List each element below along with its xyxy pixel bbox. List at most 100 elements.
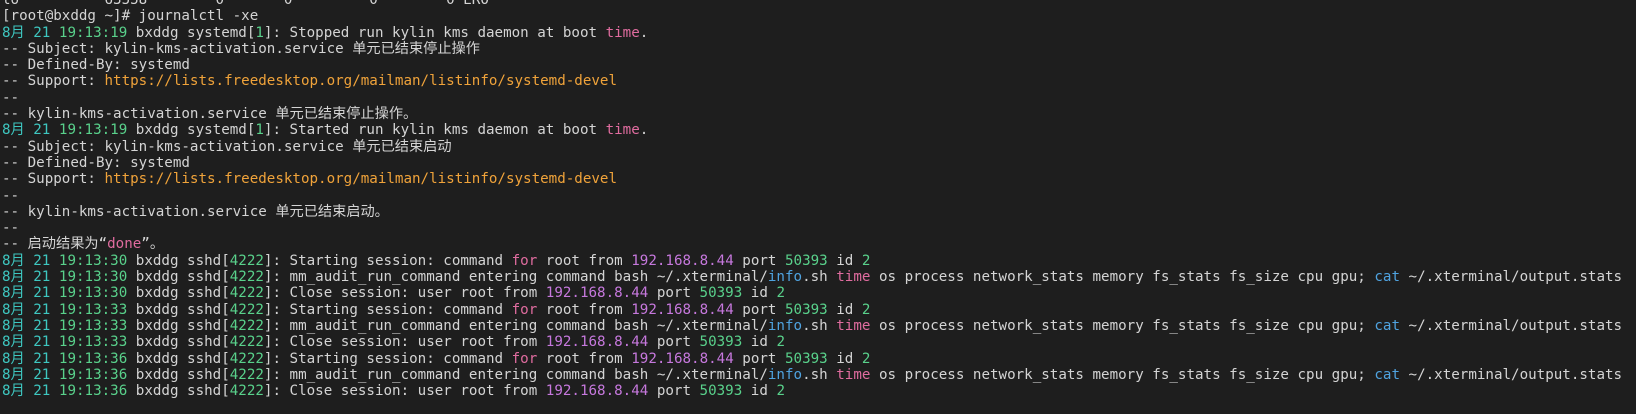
text-segment: 8月 21 <box>2 350 59 367</box>
text-segment: 19:13:30 <box>58 252 128 269</box>
text-segment: -- <box>2 89 20 106</box>
text-segment: 192.168.8.44 <box>545 285 649 302</box>
text-segment: 192.168.8.44 <box>545 334 649 351</box>
text-segment: 8月 21 <box>2 301 59 318</box>
text-segment: time <box>605 122 640 139</box>
text-segment: 19:13:36 <box>58 366 128 383</box>
text-segment: bxddg systemd[ <box>127 122 256 139</box>
text-segment: 4222 <box>229 252 264 269</box>
text-segment: time <box>836 317 871 334</box>
text-segment: 8月 21 <box>2 366 59 383</box>
log-entry-line: 8月 21 19:13:30 bxddg sshd[4222]: mm_audi… <box>2 269 1636 285</box>
text-segment: 192.168.8.44 <box>631 301 734 318</box>
text-segment: -- kylin-kms-activation.service 单元已结束启动。 <box>2 203 389 220</box>
log-detail-line: -- <box>2 188 1636 204</box>
text-segment: 2 <box>776 383 785 400</box>
text-segment: time <box>836 269 871 286</box>
text-segment: port <box>733 350 785 367</box>
text-segment: ]: Close session: user root from <box>263 334 546 351</box>
text-segment: 8月 21 <box>2 334 59 351</box>
text-segment: 8月 21 <box>2 24 59 41</box>
text-segment: ]: Starting session: command <box>263 350 512 367</box>
text-segment: ]: Started run kylin kms daemon at boot <box>263 122 606 139</box>
text-segment: [root@bxddg ~]# journalctl -xe <box>2 8 259 25</box>
text-segment: . <box>639 122 649 139</box>
text-segment: -- <box>2 220 20 237</box>
text-segment: https://lists.freedesktop.org/mailman/li… <box>104 171 618 188</box>
text-segment: 8月 21 <box>2 317 59 334</box>
text-segment: -- Defined-By: systemd <box>2 57 190 74</box>
text-segment: id <box>827 350 862 367</box>
text-segment: 50393 <box>784 301 828 318</box>
text-segment: 192.168.8.44 <box>631 350 734 367</box>
log-entry-line: 8月 21 19:13:19 bxddg systemd[1]: Stopped… <box>2 25 1636 41</box>
log-detail-line: -- Support: https://lists.freedesktop.or… <box>2 73 1636 89</box>
text-segment: ]: Close session: user root from <box>263 383 546 400</box>
log-entry-line: 8月 21 19:13:33 bxddg sshd[4222]: Close s… <box>2 334 1636 350</box>
text-segment: info <box>767 317 803 334</box>
text-segment: cat <box>1374 269 1400 286</box>
text-segment: 8月 21 <box>2 252 59 269</box>
text-segment: -- <box>2 187 20 204</box>
text-segment: -- Defined-By: systemd <box>2 154 190 171</box>
text-segment: bxddg sshd[ <box>127 383 230 400</box>
text-segment: 8月 21 <box>2 383 59 400</box>
text-segment: 1 <box>255 24 264 41</box>
log-entry-line: 8月 21 19:13:36 bxddg sshd[4222]: mm_audi… <box>2 367 1636 383</box>
text-segment: port <box>648 334 700 351</box>
text-segment: 2 <box>776 285 785 302</box>
text-segment: bxddg sshd[ <box>127 350 230 367</box>
text-segment: bxddg sshd[ <box>127 285 230 302</box>
log-entry-line: 8月 21 19:13:36 bxddg sshd[4222]: Startin… <box>2 351 1636 367</box>
log-detail-line: -- Subject: kylin-kms-activation.service… <box>2 41 1636 57</box>
text-segment: 2 <box>776 334 785 351</box>
text-segment: info <box>767 269 803 286</box>
text-segment: 19:13:36 <box>58 350 128 367</box>
text-segment: 8月 21 <box>2 285 59 302</box>
text-segment: os process network_stats memory fs_stats… <box>870 269 1375 286</box>
text-segment: 192.168.8.44 <box>545 383 649 400</box>
text-segment: 4222 <box>229 350 264 367</box>
text-segment: 50393 <box>699 334 743 351</box>
text-segment: 1 <box>255 122 264 139</box>
log-detail-line: -- <box>2 90 1636 106</box>
text-segment: 19:13:33 <box>58 334 128 351</box>
text-segment: ]: mm_audit_run_command entering command… <box>263 269 768 286</box>
text-segment: -- Support: <box>2 73 105 90</box>
text-segment: port <box>733 252 785 269</box>
terminal-window[interactable]: lo 63558 0 0 0 0 ERO [root@bxddg ~]# jour… <box>0 0 1636 414</box>
text-segment: ~/.xterminal/output.stats <box>1400 317 1623 334</box>
text-segment: for <box>511 350 538 367</box>
text-segment: id <box>742 383 777 400</box>
text-segment: ]: mm_audit_run_command entering command… <box>263 366 768 383</box>
text-segment: bxddg sshd[ <box>127 301 230 318</box>
text-segment: done <box>107 236 142 253</box>
text-segment: id <box>742 334 777 351</box>
text-segment: -- kylin-kms-activation.service 单元已结束停止操… <box>2 106 418 123</box>
text-segment: 19:13:30 <box>58 269 128 286</box>
text-segment: port <box>648 383 700 400</box>
log-detail-line: -- kylin-kms-activation.service 单元已结束启动。 <box>2 204 1636 220</box>
text-segment: 50393 <box>784 350 828 367</box>
log-entry-line: 8月 21 19:13:19 bxddg systemd[1]: Started… <box>2 122 1636 138</box>
text-segment: 4222 <box>229 366 264 383</box>
text-segment: https://lists.freedesktop.org/mailman/li… <box>104 73 618 90</box>
log-entry-line: 8月 21 19:13:30 bxddg sshd[4222]: Startin… <box>2 253 1636 269</box>
text-segment: 19:13:19 <box>58 24 128 41</box>
text-segment: cat <box>1374 317 1400 334</box>
text-segment: bxddg sshd[ <box>127 366 230 383</box>
log-entry-line: 8月 21 19:13:36 bxddg sshd[4222]: Close s… <box>2 383 1636 399</box>
log-detail-line: -- Defined-By: systemd <box>2 57 1636 73</box>
journal-output: lo 63558 0 0 0 0 ERO [root@bxddg ~]# jour… <box>2 0 1636 399</box>
text-segment: bxddg systemd[ <box>127 24 256 41</box>
text-segment: ”。 <box>141 236 165 253</box>
text-segment: ]: Stopped run kylin kms daemon at boot <box>263 24 606 41</box>
text-segment: os process network_stats memory fs_stats… <box>870 366 1375 383</box>
text-segment: 2 <box>861 301 871 318</box>
text-segment: 4222 <box>229 301 264 318</box>
text-segment: 2 <box>861 252 871 269</box>
text-segment: bxddg sshd[ <box>127 334 230 351</box>
text-segment: 50393 <box>784 252 828 269</box>
text-segment: 50393 <box>699 285 743 302</box>
log-detail-line: -- Support: https://lists.freedesktop.or… <box>2 171 1636 187</box>
